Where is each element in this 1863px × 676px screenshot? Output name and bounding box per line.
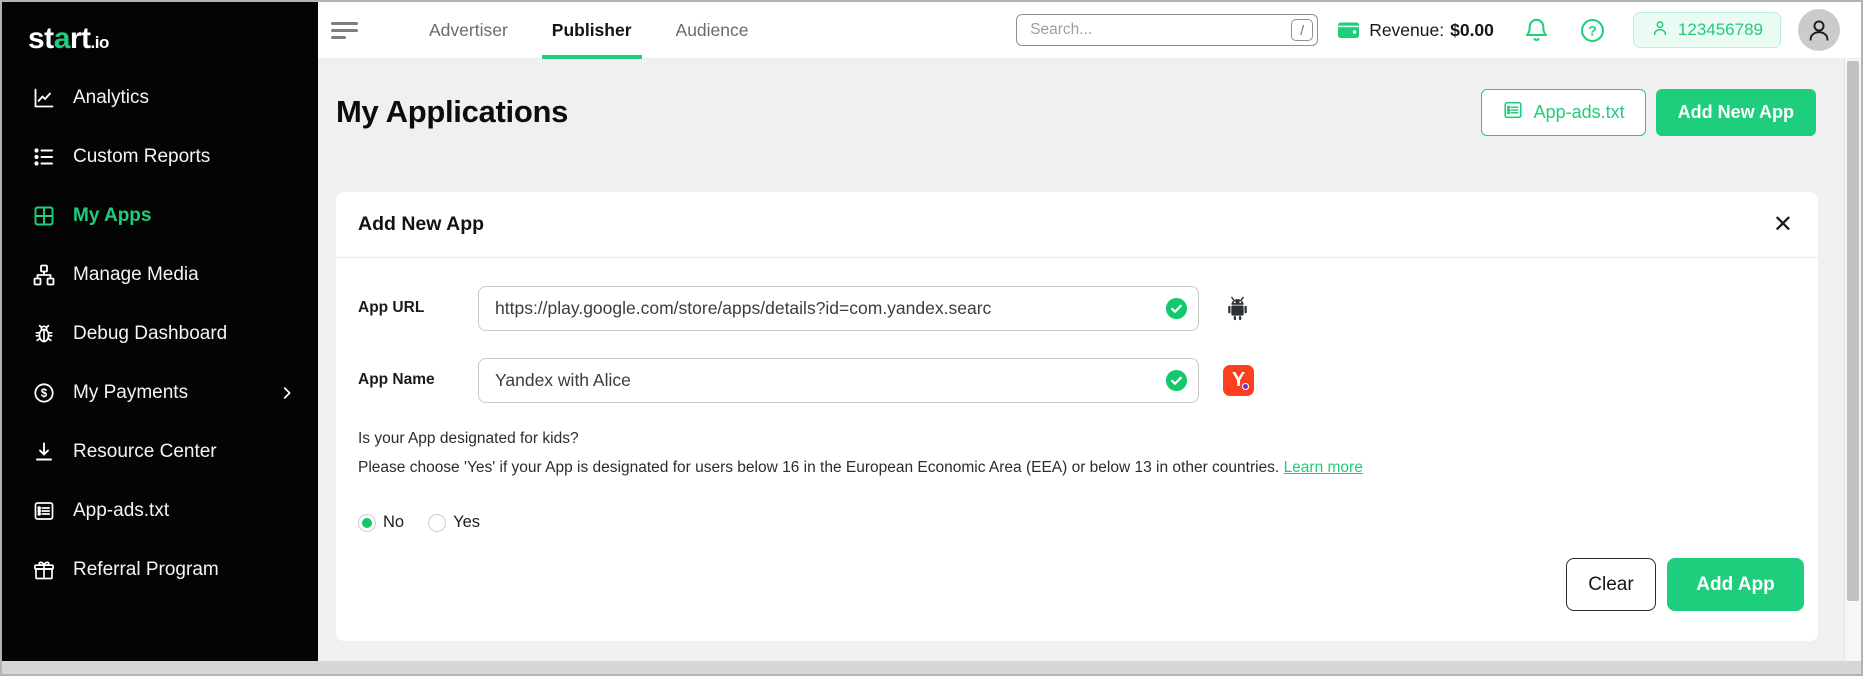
dollar-circle-icon: $ <box>32 381 56 405</box>
clear-button[interactable]: Clear <box>1566 558 1656 611</box>
app-name-label: App Name <box>358 358 478 403</box>
sidebar-item-referral-program[interactable]: Referral Program <box>2 540 318 599</box>
app-ads-txt-button[interactable]: App-ads.txt <box>1481 89 1646 136</box>
download-icon <box>32 440 56 464</box>
sidebar-item-manage-media[interactable]: Manage Media <box>2 245 318 304</box>
sidebar-item-my-apps[interactable]: My Apps <box>2 186 318 245</box>
page-title: My Applications <box>336 94 568 130</box>
kids-help-text: Please choose 'Yes' if your App is desig… <box>358 459 1804 477</box>
search-box: / <box>1016 14 1318 46</box>
sidebar-item-custom-reports[interactable]: Custom Reports <box>2 127 318 186</box>
scrollbar-thumb[interactable] <box>1847 61 1859 601</box>
sitemap-icon <box>32 263 56 287</box>
main-area: My Applications App-ads.txt Add New App <box>318 59 1861 661</box>
valid-check-icon <box>1165 369 1188 392</box>
sidebar-nav: Analytics Custom Reports My Apps <box>2 68 318 599</box>
revenue-value: $0.00 <box>1450 20 1494 41</box>
svg-text:?: ? <box>1588 22 1597 38</box>
sidebar-item-app-ads[interactable]: App-ads.txt <box>2 481 318 540</box>
chevron-right-icon <box>278 384 296 402</box>
valid-check-icon <box>1165 297 1188 320</box>
sidebar-item-analytics[interactable]: Analytics <box>2 68 318 127</box>
sidebar-item-label: Analytics <box>73 87 149 109</box>
sidebar-item-debug-dashboard[interactable]: Debug Dashboard <box>2 304 318 363</box>
revenue-indicator: Revenue: $0.00 <box>1337 20 1494 41</box>
sidebar-item-label: Custom Reports <box>73 146 210 168</box>
radio-no[interactable]: No <box>358 513 404 532</box>
add-new-app-card: Add New App ✕ App URL <box>336 192 1818 641</box>
app-name-row: App Name Y <box>358 358 1804 403</box>
sidebar-item-label: Manage Media <box>73 264 199 286</box>
notifications-bell-icon[interactable] <box>1523 17 1550 44</box>
android-icon <box>1223 294 1252 323</box>
avatar[interactable] <box>1798 9 1840 51</box>
sidebar: start.io Analytics Custom Reports <box>2 2 318 661</box>
kids-radio-group: No Yes <box>358 513 1804 532</box>
grid-icon <box>32 204 56 228</box>
slash-shortcut-badge: / <box>1291 19 1313 41</box>
card-title: Add New App <box>358 213 484 236</box>
document-list-icon <box>1502 99 1524 126</box>
svg-text:$: $ <box>41 388 48 400</box>
sidebar-item-label: App-ads.txt <box>73 500 169 522</box>
vertical-scrollbar[interactable] <box>1844 59 1861 661</box>
tab-advertiser[interactable]: Advertiser <box>407 2 530 59</box>
yandex-app-icon: Y <box>1223 365 1254 396</box>
learn-more-link[interactable]: Learn more <box>1284 459 1363 476</box>
document-list-icon <box>32 499 56 523</box>
add-app-button[interactable]: Add App <box>1667 558 1804 611</box>
account-id: 123456789 <box>1678 20 1763 40</box>
app-window: start.io Analytics Custom Reports <box>0 0 1863 676</box>
user-icon <box>1651 19 1669 42</box>
sidebar-item-label: Referral Program <box>73 559 219 581</box>
app-url-label: App URL <box>358 286 478 331</box>
gift-icon <box>32 558 56 582</box>
radio-circle <box>358 514 376 532</box>
app-name-input[interactable] <box>478 358 1199 403</box>
sidebar-item-label: Resource Center <box>73 441 217 463</box>
sidebar-item-label: My Payments <box>73 382 188 404</box>
sidebar-item-label: My Apps <box>73 205 151 227</box>
bug-icon <box>32 322 56 346</box>
help-icon[interactable]: ? <box>1579 17 1606 44</box>
close-icon[interactable]: ✕ <box>1773 213 1793 237</box>
tab-publisher[interactable]: Publisher <box>530 2 654 59</box>
menu-toggle-icon[interactable] <box>331 18 359 43</box>
app-url-input[interactable] <box>478 286 1199 331</box>
app-frame: start.io Analytics Custom Reports <box>2 2 1861 661</box>
tab-audience[interactable]: Audience <box>654 2 771 59</box>
kids-question: Is your App designated for kids? <box>358 430 1804 448</box>
revenue-label: Revenue: <box>1369 20 1444 41</box>
list-icon <box>32 145 56 169</box>
wallet-icon <box>1337 20 1360 40</box>
radio-yes[interactable]: Yes <box>428 513 480 532</box>
topbar: Advertiser Publisher Audience / Revenue:… <box>318 2 1861 59</box>
startio-logo[interactable]: start.io <box>2 2 318 56</box>
search-input[interactable] <box>1016 14 1318 46</box>
sidebar-item-resource-center[interactable]: Resource Center <box>2 422 318 481</box>
analytics-icon <box>32 86 56 110</box>
account-id-badge[interactable]: 123456789 <box>1633 12 1781 48</box>
add-new-app-button[interactable]: Add New App <box>1656 89 1816 136</box>
sidebar-item-label: Debug Dashboard <box>73 323 227 345</box>
main-column: Advertiser Publisher Audience / Revenue:… <box>318 2 1861 661</box>
role-tabs: Advertiser Publisher Audience <box>407 2 771 59</box>
app-url-row: App URL <box>358 286 1804 331</box>
radio-circle <box>428 514 446 532</box>
sidebar-item-my-payments[interactable]: $ My Payments <box>2 363 318 422</box>
